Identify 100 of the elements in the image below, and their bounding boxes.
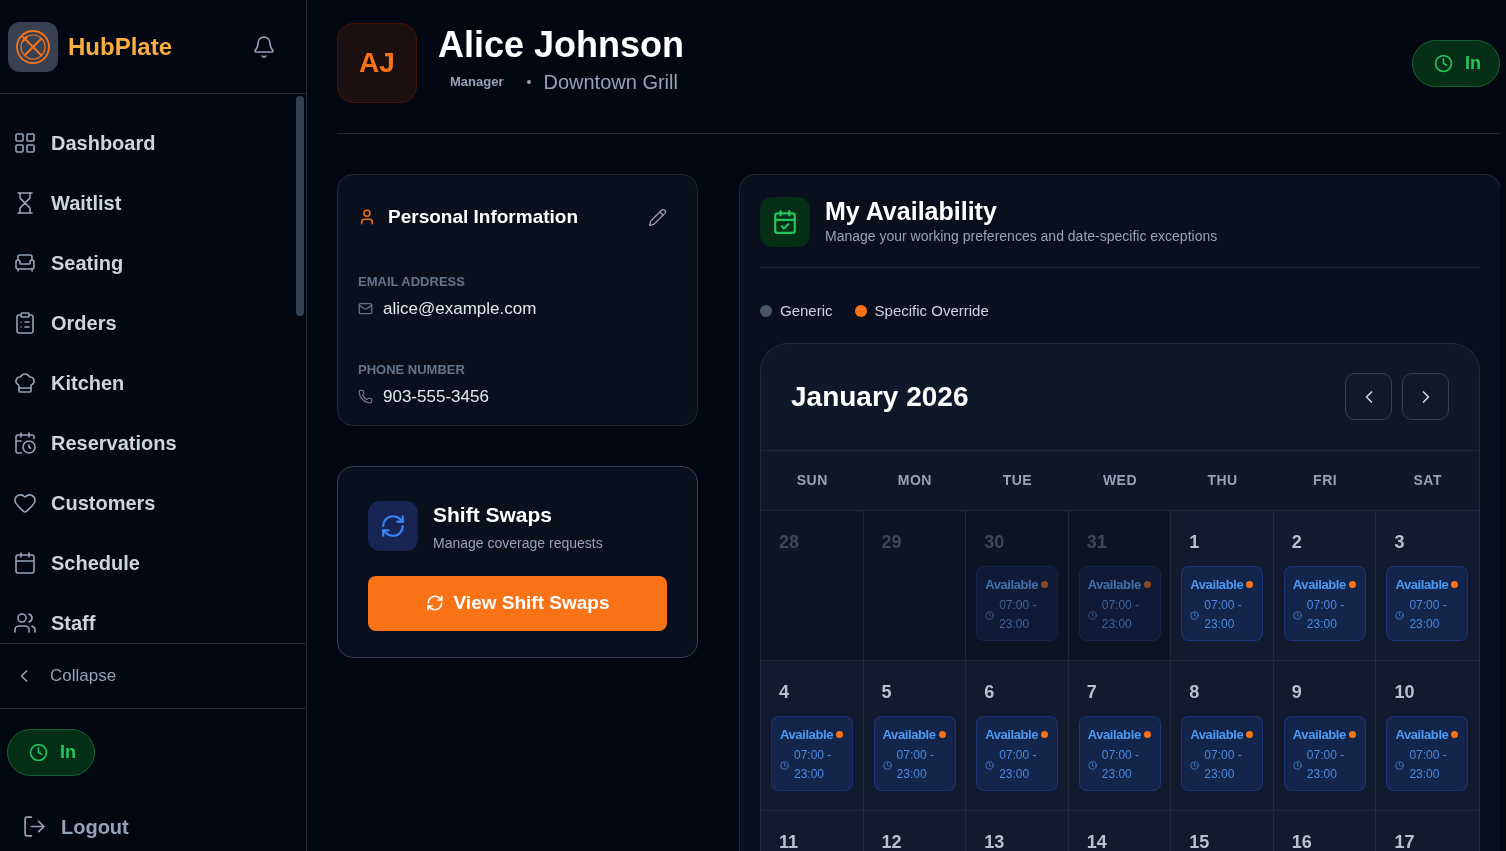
scrollbar[interactable]: [296, 96, 304, 316]
profile-name: Alice Johnson: [438, 23, 685, 67]
calendar-day[interactable]: 7 Available 07:00 - 23:00: [1068, 660, 1172, 810]
clock-in-button[interactable]: In: [7, 729, 95, 776]
card-title: Shift Swaps: [433, 502, 554, 528]
nav-item[interactable]: Schedule: [0, 543, 306, 583]
weekday-label: SAT: [1413, 470, 1442, 490]
slot-status: Available: [1190, 575, 1244, 594]
slot-time: 07:00 - 23:00: [999, 597, 1038, 633]
weekday-label: THU: [1207, 470, 1238, 490]
clock-icon: [780, 760, 789, 770]
nav-item[interactable]: Staff: [0, 603, 306, 643]
calendar-day[interactable]: 13: [966, 810, 1069, 851]
availability-slot[interactable]: Available 07:00 - 23:00: [1283, 565, 1366, 641]
clock-icon: [1190, 760, 1200, 770]
refresh-icon: [425, 594, 444, 612]
heart-icon: [13, 491, 37, 515]
calendar-day[interactable]: 1 Available 07:00 - 23:00: [1171, 510, 1274, 660]
calendar-day[interactable]: 10 Available 07:00 - 23:00: [1376, 660, 1479, 810]
calendar-day[interactable]: 16: [1273, 810, 1377, 851]
calendar-day[interactable]: 12: [863, 810, 967, 851]
calendar-day[interactable]: 14: [1068, 810, 1172, 851]
weekday-label: FRI: [1313, 470, 1338, 490]
clock-icon: [1434, 54, 1453, 73]
calendar-day[interactable]: 9 Available 07:00 - 23:00: [1273, 660, 1377, 810]
user-icon: [358, 208, 376, 227]
clock-icon: [1087, 760, 1097, 770]
availability-slot[interactable]: Available 07:00 - 23:00: [873, 715, 956, 791]
nav-item[interactable]: Seating: [0, 243, 306, 283]
legend-label: Generic: [780, 301, 833, 321]
slot-time: 07:00 - 23:00: [1204, 597, 1243, 633]
slot-status: Available: [1292, 725, 1346, 744]
nav-item[interactable]: Kitchen: [0, 363, 306, 403]
weekday-label: TUE: [1002, 470, 1033, 490]
availability-slot[interactable]: Available 07:00 - 23:00: [1078, 715, 1161, 791]
clock-icon: [985, 610, 995, 620]
slot-time: 07:00 - 23:00: [1101, 597, 1141, 633]
calendar-day[interactable]: 6 Available 07:00 - 23:00: [966, 660, 1069, 810]
collapse-button[interactable]: Collapse: [14, 663, 117, 689]
phone-icon: [358, 389, 373, 405]
swap-icon: [368, 501, 418, 552]
calendar-day[interactable]: 15: [1171, 810, 1274, 851]
slot-status: Available: [882, 725, 936, 744]
clipboard-icon: [13, 311, 37, 335]
calendar-day[interactable]: 8 Available 07:00 - 23:00: [1171, 660, 1274, 810]
day-number: 7: [1085, 680, 1098, 704]
calendar-day[interactable]: 17: [1376, 810, 1479, 851]
nav-item[interactable]: Customers: [0, 483, 306, 523]
previous-month-button[interactable]: [1345, 373, 1392, 420]
slot-time: 07:00 - 23:00: [1101, 747, 1141, 783]
card-title: My Availability: [825, 196, 998, 226]
clock-icon: [1087, 610, 1097, 620]
availability-slot[interactable]: Available 07:00 - 23:00: [1181, 565, 1264, 641]
next-month-button[interactable]: [1402, 373, 1449, 420]
clock-icon: [1190, 610, 1200, 620]
slot-time: 07:00 - 23:00: [1306, 597, 1346, 633]
calendar-day[interactable]: 2 Available 07:00 - 23:00: [1273, 510, 1377, 660]
calendar-day[interactable]: 5 Available 07:00 - 23:00: [863, 660, 967, 810]
day-number: 14: [1085, 830, 1108, 851]
availability-slot[interactable]: Available 07:00 - 23:00: [1386, 565, 1469, 641]
day-number: 4: [778, 680, 790, 704]
calendar-icon: [13, 551, 37, 575]
nav-item[interactable]: Waitlist: [0, 183, 306, 223]
day-number: 15: [1188, 830, 1211, 851]
logout-button[interactable]: Logout: [22, 811, 129, 842]
phone-value: 903-555-3456: [383, 386, 489, 408]
notifications-button[interactable]: [252, 34, 276, 59]
weekday-label: SUN: [796, 470, 828, 490]
day-number: 5: [880, 680, 893, 704]
role-label: Manager: [450, 73, 504, 92]
slot-status: Available: [1087, 575, 1141, 594]
slot-time: 07:00 - 23:00: [1306, 747, 1346, 783]
availability-slot[interactable]: Available 07:00 - 23:00: [1386, 715, 1469, 791]
nav-item[interactable]: Reservations: [0, 423, 306, 463]
day-number: 11: [778, 830, 800, 851]
calendar-day[interactable]: 3 Available 07:00 - 23:00: [1376, 510, 1479, 660]
avatar: AJ: [337, 23, 417, 103]
availability-slot[interactable]: Available 07:00 - 23:00: [771, 715, 853, 791]
calendar-check-icon: [760, 196, 810, 247]
clock-icon: [29, 743, 48, 762]
slot-status: Available: [985, 575, 1039, 594]
nav-item[interactable]: Dashboard: [0, 123, 306, 163]
day-number: 17: [1393, 830, 1416, 851]
edit-button[interactable]: [648, 207, 667, 227]
grid-icon: [13, 131, 37, 155]
calendar-day[interactable]: 4 Available 07:00 - 23:00: [761, 660, 864, 810]
location-label: Downtown Grill: [543, 70, 678, 95]
clock-in-button[interactable]: In: [1412, 40, 1500, 87]
day-number: 10: [1393, 680, 1416, 704]
availability-slot[interactable]: Available 07:00 - 23:00: [976, 715, 1059, 791]
clock-icon: [1395, 760, 1405, 770]
armchair-icon: [13, 251, 37, 275]
calendar-day[interactable]: 11: [761, 810, 864, 851]
availability-slot[interactable]: Available 07:00 - 23:00: [1181, 715, 1264, 791]
card-subtitle: Manage your working preferences and date-specific exceptions: [825, 227, 1218, 246]
slot-status: Available: [1292, 575, 1346, 594]
slot-status: Available: [1395, 575, 1449, 594]
availability-slot[interactable]: Available 07:00 - 23:00: [1283, 715, 1366, 791]
day-number: 9: [1290, 680, 1303, 704]
nav-item[interactable]: Orders: [0, 303, 306, 343]
